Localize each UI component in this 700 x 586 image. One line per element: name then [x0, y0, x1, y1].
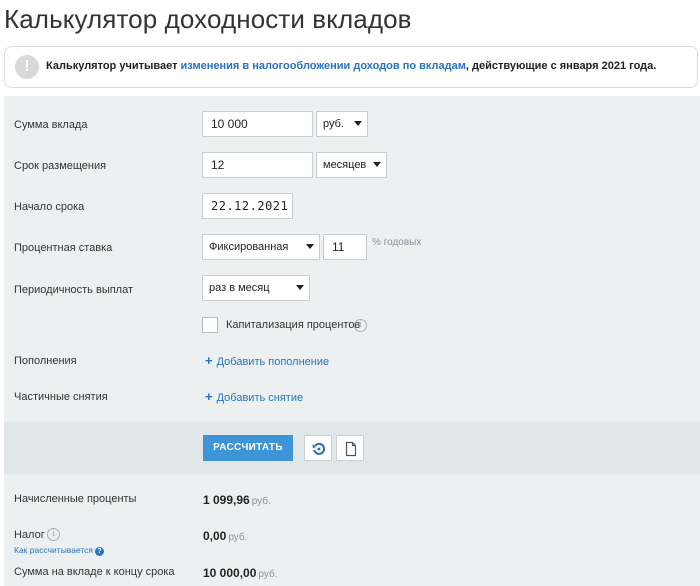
tax-amount: 0,00: [203, 529, 227, 543]
withdrawals-label: Частичные снятия: [14, 391, 108, 403]
info-icon[interactable]: i: [354, 319, 367, 332]
add-withdrawal-link[interactable]: + Добавить снятие: [205, 389, 303, 404]
interest-unit: руб.: [251, 496, 271, 507]
term-input[interactable]: 12: [202, 152, 313, 178]
currency-select-value: руб.: [323, 118, 344, 130]
term-label: Срок размещения: [14, 160, 107, 172]
capitalization-label: Капитализация процентов: [226, 319, 361, 331]
add-deposit-label: Добавить пополнение: [216, 356, 330, 368]
notice-link[interactable]: изменения в налогообложении доходов по в…: [181, 60, 466, 72]
total-amount: 10 000,00: [203, 566, 257, 580]
rate-label: Процентная ставка: [14, 242, 113, 254]
payout-label: Периодичность выплат: [14, 284, 134, 296]
exclamation-icon: !: [15, 55, 39, 79]
rate-unit: % годовых: [372, 237, 422, 248]
how-calculated-link[interactable]: Как рассчитывается?: [14, 545, 105, 556]
total-value: 10 000,00 руб.: [203, 566, 277, 580]
add-deposit-link[interactable]: + Добавить пополнение: [205, 353, 329, 368]
deposits-label: Пополнения: [14, 355, 77, 367]
how-calculated-label: Как рассчитывается: [14, 545, 94, 555]
page-title: Калькулятор доходности вкладов: [4, 4, 412, 34]
rate-type-select[interactable]: Фиксированная: [202, 234, 320, 260]
notice-text-after: , действующие с января 2021 года.: [465, 60, 657, 72]
notice-text-before: Калькулятор учитывает: [46, 60, 181, 72]
info-icon[interactable]: i: [47, 528, 60, 541]
total-label: Сумма на вкладе к концу срока: [14, 566, 175, 578]
amount-label: Сумма вклада: [14, 119, 88, 131]
payout-value: раз в месяц: [209, 282, 270, 294]
calculator-panel: Сумма вклада 10 000 руб. Срок размещения…: [4, 96, 700, 586]
amount-input[interactable]: 10 000: [202, 111, 313, 137]
capitalization-checkbox[interactable]: [202, 317, 218, 333]
chevron-down-icon: [296, 285, 304, 290]
interest-amount: 1 099,96: [203, 493, 250, 507]
reset-icon: [312, 442, 326, 455]
add-withdrawal-label: Добавить снятие: [216, 392, 304, 404]
term-unit-select[interactable]: месяцев: [316, 152, 387, 178]
document-icon: [345, 441, 357, 457]
interest-value: 1 099,96 руб.: [203, 493, 271, 507]
start-date-input[interactable]: 22.12.2021: [202, 193, 293, 219]
tax-value: 0,00 руб.: [203, 529, 247, 543]
plus-icon: +: [205, 389, 213, 404]
total-unit: руб.: [258, 569, 278, 580]
chevron-down-icon: [306, 244, 314, 249]
calculate-button[interactable]: РАССЧИТАТЬ: [203, 435, 293, 461]
payout-select[interactable]: раз в месяц: [202, 275, 310, 301]
tax-unit: руб.: [228, 532, 248, 543]
reset-button[interactable]: [304, 435, 332, 461]
notice-banner: ! Калькулятор учитывает изменения в нало…: [4, 46, 698, 88]
currency-select[interactable]: руб.: [316, 111, 368, 137]
question-icon: ?: [95, 547, 105, 556]
plus-icon: +: [205, 353, 213, 368]
chevron-down-icon: [354, 121, 362, 126]
term-unit-value: месяцев: [323, 159, 367, 171]
notice-text: Калькулятор учитывает изменения в налого…: [46, 60, 656, 72]
tax-label: Налог: [14, 529, 45, 541]
interest-label: Начисленные проценты: [14, 493, 137, 505]
rate-type-value: Фиксированная: [209, 241, 289, 253]
start-label: Начало срока: [14, 201, 85, 213]
rate-input[interactable]: 11: [323, 234, 367, 260]
chevron-down-icon: [373, 162, 381, 167]
document-button[interactable]: [336, 435, 364, 461]
